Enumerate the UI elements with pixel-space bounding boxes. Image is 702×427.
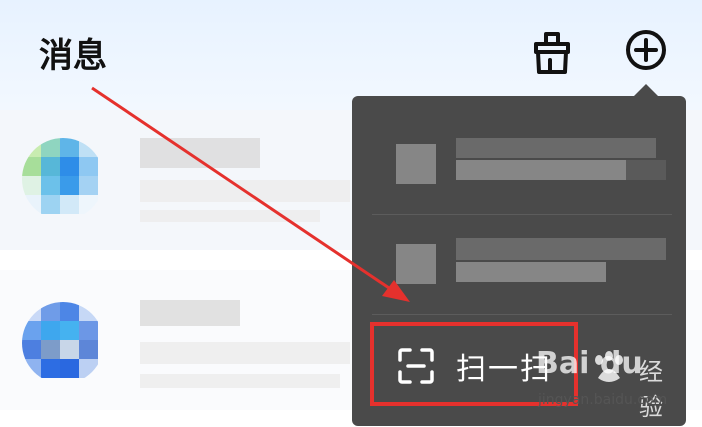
menu-divider	[372, 314, 672, 315]
watermark-url: jingyan.baidu.com	[538, 392, 668, 408]
avatar	[22, 138, 104, 220]
paw-icon	[595, 351, 623, 382]
menu-item-2[interactable]	[352, 236, 686, 316]
plus-circle-icon[interactable]	[624, 28, 668, 72]
watermark-text: 经验	[639, 358, 663, 421]
page-title: 消息	[39, 36, 107, 76]
header-bar: 消息	[0, 0, 702, 110]
avatar	[22, 302, 104, 384]
watermark: Bai du 经验 jingyan.baidu.com	[536, 346, 686, 421]
menu-divider	[372, 214, 672, 215]
brush-clean-icon[interactable]	[528, 30, 576, 76]
menu-item-1[interactable]	[352, 126, 686, 206]
